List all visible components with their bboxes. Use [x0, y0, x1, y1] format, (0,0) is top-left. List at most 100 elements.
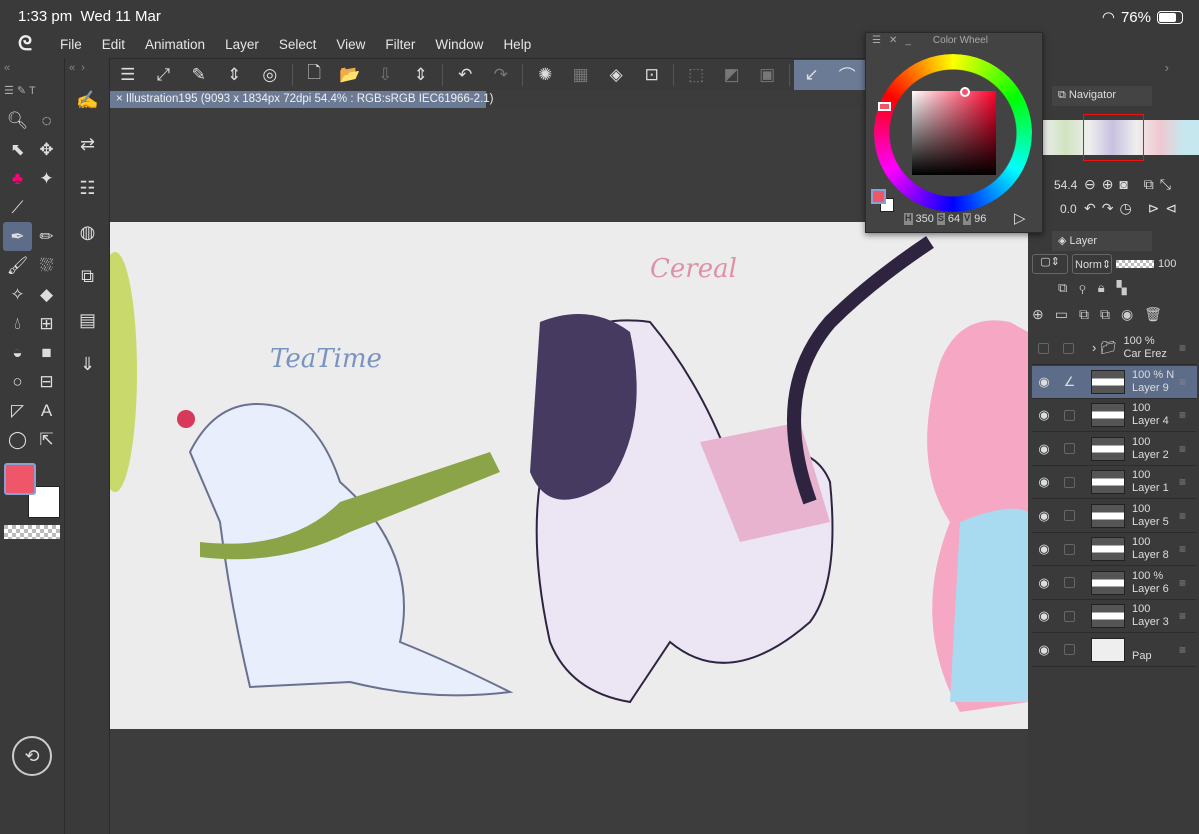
layer-menu-icon[interactable]: ≡ [1179, 475, 1197, 489]
navigator-preview[interactable] [1042, 114, 1199, 161]
invert-selection-icon[interactable]: ◩ [714, 60, 750, 90]
layer-row[interactable]: ◉ 100 Layer 3 ≡ [1032, 600, 1197, 633]
correct-line-icon[interactable]: ⇱ [32, 425, 61, 454]
menu-filter[interactable]: Filter [375, 37, 425, 52]
minimize-icon[interactable]: _ [905, 35, 911, 49]
opacity-value[interactable]: 100 [1158, 258, 1176, 270]
deselect-icon[interactable]: ⬚ [678, 60, 714, 90]
layer-row[interactable]: ◉ 100 Layer 5 ≡ [1032, 500, 1197, 533]
tool-property-icon[interactable]: ☷ [65, 166, 110, 210]
opacity-slider[interactable] [1116, 260, 1154, 268]
redo-icon[interactable]: ↷ [483, 60, 519, 90]
eyedropper-settings-icon[interactable]: ✎ [181, 60, 217, 90]
grid-icon[interactable]: ⊞ [32, 309, 61, 338]
eraser-icon[interactable]: ◆ [32, 280, 61, 309]
menu-file[interactable]: File [50, 37, 92, 52]
layer-row[interactable]: › 📁︎ 100 % Car Erez ≡ [1032, 332, 1197, 365]
menu-select[interactable]: Select [269, 37, 327, 52]
material-icon[interactable]: ▤ [65, 298, 110, 342]
chevron-updown-icon[interactable]: ⇕ [217, 60, 253, 90]
transparent-color-swatch[interactable] [4, 525, 60, 539]
eye-icon[interactable]: ◉ [1032, 508, 1056, 524]
close-icon[interactable]: ✕ [889, 35, 897, 49]
chevron-right-icon[interactable]: › [1165, 60, 1169, 75]
transform-icon[interactable]: ⊡ [634, 60, 670, 90]
menu-help[interactable]: Help [493, 37, 541, 52]
brush-tool-icon[interactable]: 🖌︎ [3, 251, 32, 280]
main-color-chip[interactable] [871, 189, 886, 204]
eye-icon[interactable]: ◉ [1032, 441, 1056, 457]
blend-icon[interactable]: 💧︎ [3, 309, 32, 338]
text-tool-icon[interactable]: A [32, 396, 61, 425]
hue-marker[interactable] [878, 102, 891, 111]
snap-ruler-icon[interactable]: ↙ [793, 59, 830, 90]
eye-icon[interactable]: ◉ [1032, 541, 1056, 557]
pencil-tool-icon[interactable]: ✏ [32, 222, 61, 251]
layer-tab[interactable]: ◈ Layer [1052, 231, 1152, 251]
layer-color-select[interactable]: ▢⇕ [1032, 254, 1068, 274]
move-tool-icon[interactable]: ✥ [32, 135, 61, 164]
magic-wand-icon[interactable]: ✦ [32, 164, 61, 193]
zoom-controls[interactable]: ⊖⊕◙ ⧉⤡ [1084, 176, 1177, 193]
rotation-controls[interactable]: ↶↷◷ ⊳⊲ [1084, 200, 1183, 217]
menu-view[interactable]: View [326, 37, 375, 52]
new-file-icon[interactable]: 🗋 [296, 60, 332, 90]
rotation-value[interactable]: 0.0 [1060, 202, 1077, 216]
saturation-value-square[interactable] [912, 87, 996, 175]
layer-menu-icon[interactable]: ≡ [1179, 509, 1197, 523]
app-logo-icon[interactable]: ᘓ [0, 33, 50, 56]
clear-icon[interactable]: ▦ [563, 60, 599, 90]
layer-row[interactable]: ◉ 100 Layer 1 ≡ [1032, 466, 1197, 499]
figure-icon[interactable]: ○ [3, 367, 32, 396]
layer-menu-icon[interactable]: ≡ [1179, 375, 1197, 389]
layer-row[interactable]: ◉ 100 Layer 8 ≡ [1032, 533, 1197, 566]
subtool-pen-icon[interactable]: ✍ [65, 78, 110, 122]
fit-screen-icon[interactable]: ⤢ [146, 60, 182, 90]
layer-row[interactable]: ◉ 100 Layer 4 ≡ [1032, 399, 1197, 432]
eye-icon[interactable]: ◉ [1032, 407, 1056, 423]
layer-actions[interactable]: ⊕▭⧉⧉◉🗑︎ [1032, 306, 1173, 323]
save-icon[interactable]: ⇩ [367, 60, 403, 90]
eye-icon[interactable]: ◉ [1032, 474, 1056, 490]
eye-icon[interactable]: ◉ [1032, 374, 1056, 390]
open-folder-icon[interactable]: 📂 [332, 60, 368, 90]
panel-menu-icon[interactable]: ☰ ✎ T [4, 84, 36, 97]
pen-tool-icon[interactable]: ✒ [3, 222, 32, 251]
layer-row[interactable]: ◉ Pap ≡ [1032, 634, 1197, 667]
subtool-detail-icon[interactable]: ⇄ [65, 122, 110, 166]
cake-icon[interactable]: ♣ [3, 164, 32, 193]
blend-mode-select[interactable]: Norm⇕ [1072, 254, 1112, 274]
menu-window[interactable]: Window [425, 37, 493, 52]
main-color-swatch[interactable] [4, 463, 36, 495]
layer-menu-icon[interactable]: ≡ [1179, 576, 1197, 590]
airbrush-icon[interactable]: ⛆ [32, 251, 61, 280]
layer-menu-icon[interactable]: ≡ [1179, 542, 1197, 556]
eye-icon[interactable]: ◉ [1032, 575, 1056, 591]
layer-lock-controls[interactable]: ⧉⚲🔒︎▚ [1058, 280, 1139, 296]
eyedropper-icon[interactable]: ⟋ [3, 193, 32, 222]
eye-icon[interactable]: ◉ [1032, 642, 1056, 658]
layer-property-icon[interactable]: ⧉ [65, 254, 110, 298]
menu-icon[interactable]: ☰ [110, 60, 146, 90]
balloon-icon[interactable]: ◯ [3, 425, 32, 454]
eye-icon[interactable]: ◉ [1032, 608, 1056, 624]
frame-icon[interactable]: ⊟ [32, 367, 61, 396]
import-icon[interactable]: ⇓ [65, 342, 110, 386]
quick-access-icon[interactable]: ⟲ [12, 736, 52, 776]
fill-icon[interactable]: ◈ [598, 60, 634, 90]
artwork-canvas[interactable]: TeaTime Cereal [110, 222, 1028, 729]
layer-menu-icon[interactable]: ≡ [1179, 609, 1197, 623]
chevron-updown-icon[interactable]: ⇕ [403, 60, 439, 90]
brush-size-icon[interactable]: ◍ [65, 210, 110, 254]
play-icon[interactable]: ▷ [1014, 209, 1026, 227]
document-tab[interactable]: × Illustration195 (9093 x 1834px 72dpi 5… [110, 91, 494, 108]
layer-row[interactable]: ◉ ∠ 100 % N Layer 9 ≡ [1032, 365, 1197, 399]
zoom-value[interactable]: 54.4 [1054, 178, 1077, 192]
collapse-icon[interactable]: « [4, 62, 10, 74]
ruler-icon[interactable]: ◸ [3, 396, 32, 425]
expand-icon[interactable]: « › [69, 62, 85, 74]
companion-icon[interactable]: ◎ [252, 60, 288, 90]
operation-tool-icon[interactable]: ⬉ [3, 135, 32, 164]
layer-menu-icon[interactable]: ≡ [1179, 643, 1197, 657]
navigator-tab[interactable]: ⧉ Navigator [1052, 86, 1152, 106]
